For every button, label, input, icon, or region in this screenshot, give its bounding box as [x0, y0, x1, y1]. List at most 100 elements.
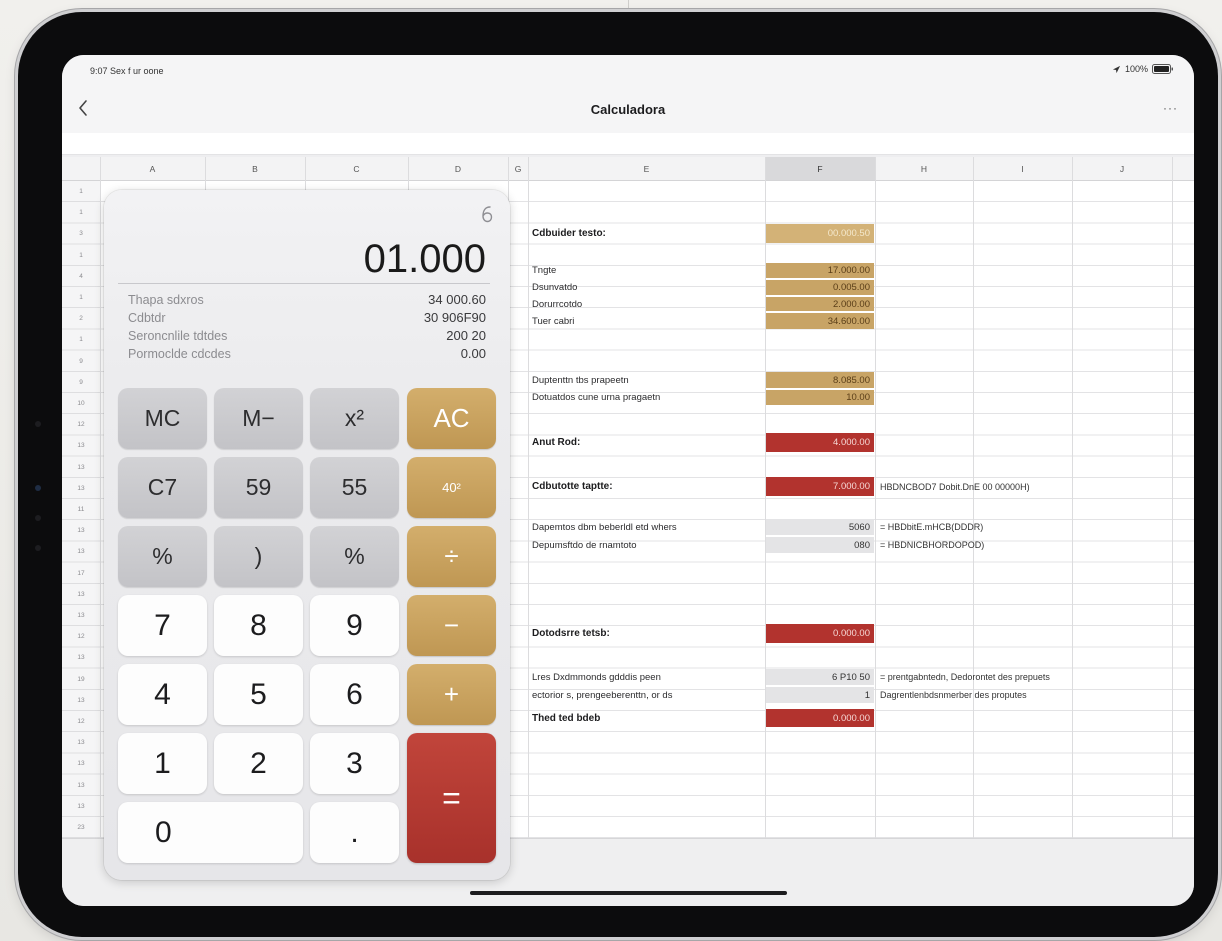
cell-formula[interactable]: = HBDbitE.mHCB(DDDR) [880, 518, 983, 536]
decimal-button[interactable]: . [310, 802, 399, 863]
column-header-j[interactable]: J [1072, 157, 1172, 181]
column-header-f[interactable]: F [765, 157, 875, 181]
all-clear-button[interactable]: AC [407, 388, 496, 449]
digit-3-button[interactable]: 3 [310, 733, 399, 794]
cell-label[interactable]: Tuer cabri [532, 312, 574, 330]
row-number[interactable]: 1 [62, 181, 100, 202]
cell-value[interactable]: 4.000.00 [766, 433, 874, 452]
cell-label[interactable]: Dotodsrre tetsb: [532, 623, 610, 644]
cell-label[interactable]: Depumsftdo de rnamtoto [532, 536, 637, 554]
equals-button[interactable]: = [407, 733, 496, 863]
digit-8-button[interactable]: 8 [214, 595, 303, 656]
key-c7-button[interactable]: C7 [118, 457, 207, 518]
row-number[interactable]: 1 [62, 202, 100, 223]
cell-value[interactable]: 1 [766, 687, 874, 703]
cell-formula[interactable]: Dagrentlenbdsnmerber des proputes [880, 686, 1027, 704]
cell-label[interactable]: Duptenttn tbs prapeetn [532, 371, 629, 389]
memory-subtract-button[interactable]: M− [214, 388, 303, 449]
cell-value[interactable]: 2.000.00 [766, 297, 874, 311]
cell-label[interactable]: Thed ted bdeb [532, 708, 600, 728]
column-header-g[interactable]: G [508, 157, 528, 181]
cell-value[interactable]: 0.005.00 [766, 280, 874, 295]
column-header-e[interactable]: E [528, 157, 765, 181]
digit-0-button[interactable]: 0 [118, 802, 303, 863]
cell-value[interactable]: 7.000.00 [766, 477, 874, 496]
add-button[interactable]: + [407, 664, 496, 725]
memory-clear-button[interactable]: MC [118, 388, 207, 449]
cell-value[interactable]: 00.000.50 [766, 224, 874, 243]
cell-value[interactable]: 34.600.00 [766, 313, 874, 329]
row-number[interactable]: 23 [62, 817, 100, 838]
square-button[interactable]: x² [310, 388, 399, 449]
cell-value[interactable]: 0.000.00 [766, 709, 874, 727]
cell-value[interactable]: 5060 [766, 519, 874, 535]
digit-6-button[interactable]: 6 [310, 664, 399, 725]
column-header-c[interactable]: C [305, 157, 408, 181]
more-menu-button[interactable]: ··· [1163, 101, 1178, 115]
cell-value[interactable]: 080 [766, 537, 874, 553]
memory-value: 0.00 [460, 346, 486, 361]
row-number[interactable]: 13 [62, 796, 100, 817]
cell-label[interactable]: ectorior s, prengeeberenttn, or ds [532, 686, 672, 704]
cell-label[interactable]: Dotuatdos cune urna pragaetn [532, 389, 660, 406]
row-number[interactable]: 1 [62, 329, 100, 350]
row-number[interactable]: 13 [62, 753, 100, 774]
cell-label[interactable]: Lres Dxdmmonds gdddis peen [532, 668, 661, 686]
cell-formula[interactable]: = HBDNICBHORDOPOD) [880, 536, 984, 554]
row-number[interactable]: 11 [62, 499, 100, 520]
cell-value[interactable]: 8.085.00 [766, 372, 874, 388]
row-number[interactable]: 13 [62, 457, 100, 478]
column-header-d[interactable]: D [408, 157, 508, 181]
camera-lens [35, 485, 41, 491]
cell-formula[interactable]: HBDNCBOD7 Dobit.DnE 00 00000H) [880, 476, 1030, 497]
key-55-button[interactable]: 55 [310, 457, 399, 518]
cell-value[interactable]: 17.000.00 [766, 263, 874, 278]
calculator-display: 01.000 [363, 237, 486, 281]
key-59-button[interactable]: 59 [214, 457, 303, 518]
cell-label[interactable]: Cdbuider testo: [532, 223, 606, 244]
page-title: Calculadora [590, 102, 666, 117]
column-header-blank[interactable] [1172, 157, 1194, 181]
percent-button-alt[interactable]: % [310, 526, 399, 587]
divide-button[interactable]: ÷ [407, 526, 496, 587]
memory-value: 30 906F90 [423, 310, 486, 325]
history-icon[interactable] [480, 204, 494, 224]
subtract-button[interactable]: − [407, 595, 496, 656]
column-header-a[interactable]: A [100, 157, 205, 181]
row-number[interactable]: 13 [62, 775, 100, 796]
digit-7-button[interactable]: 7 [118, 595, 207, 656]
cell-value[interactable]: 10.00 [766, 390, 874, 405]
column-divider [528, 157, 529, 838]
column-divider [100, 157, 101, 838]
percent-button[interactable]: % [118, 526, 207, 587]
row-number[interactable]: 9 [62, 351, 100, 372]
row-number[interactable]: 13 [62, 584, 100, 605]
cell-label[interactable]: Dapemtos dbm beberldl etd whers [532, 518, 677, 536]
power-button[interactable]: 40² [407, 457, 496, 518]
cell-label[interactable]: Tngte [532, 262, 556, 279]
cell-value[interactable]: 0.000.00 [766, 624, 874, 643]
cell-formula[interactable]: = prentgabntedn, Dedorontet des prepuets [880, 668, 1050, 686]
digit-1-button[interactable]: 1 [118, 733, 207, 794]
row-number[interactable]: 13 [62, 732, 100, 753]
cell-label[interactable]: Cdbutotte taptte: [532, 476, 613, 497]
digit-9-button[interactable]: 9 [310, 595, 399, 656]
digit-4-button[interactable]: 4 [118, 664, 207, 725]
close-paren-button[interactable]: ) [214, 526, 303, 587]
column-header-h[interactable]: H [875, 157, 973, 181]
column-header-b[interactable]: B [205, 157, 305, 181]
memory-row: Pormoclde cdcdes 0.00 [128, 346, 486, 362]
sheet-corner[interactable] [62, 157, 100, 181]
cell-value[interactable]: 6 P10 50 [766, 669, 874, 685]
cell-label[interactable]: Dorurrcotdo [532, 296, 582, 312]
column-header-i[interactable]: I [973, 157, 1072, 181]
row-number[interactable]: 17 [62, 563, 100, 584]
cell-label[interactable]: Dsunvatdo [532, 279, 577, 296]
cell-label[interactable]: Anut Rod: [532, 432, 580, 453]
formula-bar[interactable] [62, 133, 1194, 155]
home-indicator[interactable] [470, 891, 787, 895]
row-number[interactable]: 13 [62, 647, 100, 668]
calculator-panel[interactable]: 01.000 Thapa sdxros 34 000.60 Cdbtdr 30 … [104, 190, 510, 880]
digit-5-button[interactable]: 5 [214, 664, 303, 725]
digit-2-button[interactable]: 2 [214, 733, 303, 794]
